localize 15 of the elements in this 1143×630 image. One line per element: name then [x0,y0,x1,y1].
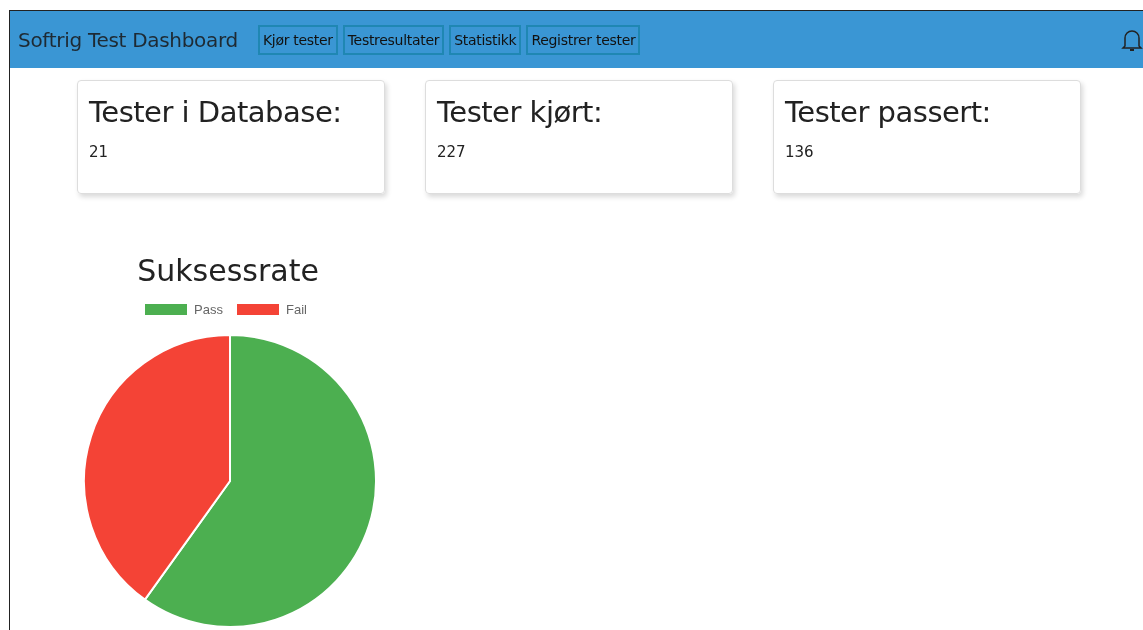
card-value: 21 [89,143,110,161]
nav-link[interactable]: Testresultater [342,24,445,55]
nav-link[interactable]: Registrer tester [526,24,641,55]
legend-label: Pass [194,302,223,317]
card-title: Tester kjørt: [437,95,604,129]
card-title: Tester passert: [785,95,992,129]
chart-title: Suksessrate [137,253,319,288]
brand-title: Softrig Test Dashboard [18,27,238,52]
legend-label: Fail [285,302,307,317]
bell-icon[interactable] [1121,27,1143,52]
nav-link[interactable]: Statistikk [449,24,522,55]
card-value: 136 [785,143,815,161]
card-value: 227 [437,143,467,161]
nav-link[interactable]: Kjør tester [257,24,338,55]
card-title: Tester i Database: [89,95,343,129]
